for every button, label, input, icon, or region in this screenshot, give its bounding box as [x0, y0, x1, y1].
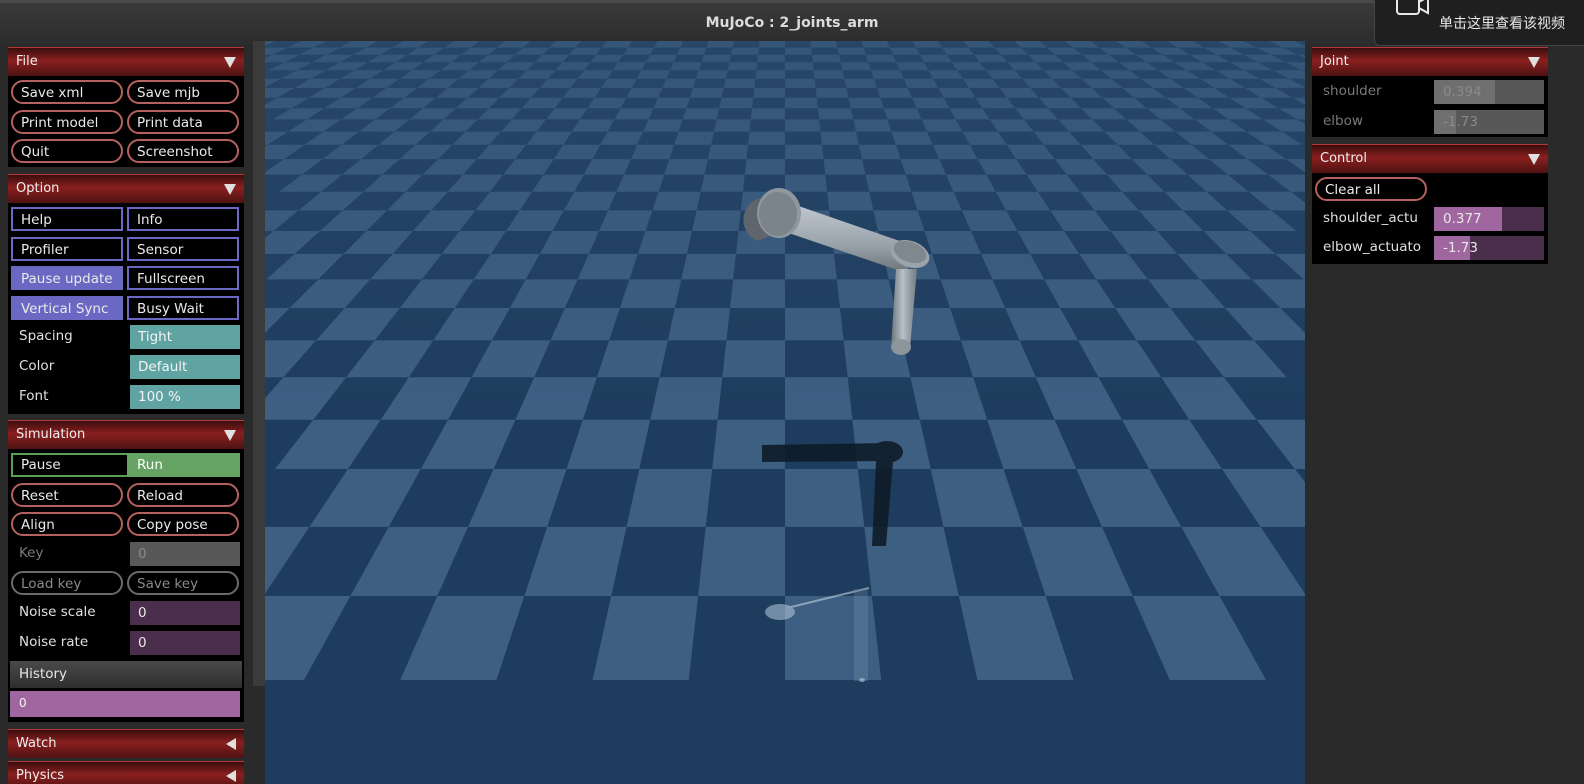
elbow-actuator-label: elbow_actuato: [1323, 239, 1422, 256]
align-button[interactable]: Align: [11, 512, 123, 537]
fullscreen-toggle[interactable]: Fullscreen: [127, 266, 239, 291]
physics-panel: Physics: [8, 761, 244, 784]
pause-radio[interactable]: Pause: [11, 453, 127, 477]
noise-rate-slider[interactable]: 0: [130, 630, 240, 655]
save-key-button[interactable]: Save key: [127, 571, 239, 596]
history-value: 0: [19, 696, 27, 710]
joint-section-title: Joint: [1320, 54, 1349, 69]
collapse-triangle-icon: [224, 57, 236, 68]
joint-shoulder-value: 0.394: [1443, 84, 1482, 100]
watch-section-title: Watch: [16, 736, 57, 751]
control-panel: Control Clear all shoulder_actu 0.377 el…: [1312, 144, 1548, 264]
shoulder-actuator-value: 0.377: [1443, 210, 1482, 227]
control-section-header[interactable]: Control: [1312, 144, 1548, 173]
joint-elbow-slider[interactable]: -1.73: [1434, 109, 1544, 134]
joint-shoulder-slider[interactable]: 0.394: [1434, 80, 1544, 104]
reload-button[interactable]: Reload: [127, 482, 239, 507]
file-section-header[interactable]: File: [8, 47, 244, 76]
joint-elbow-value: -1.73: [1443, 113, 1478, 130]
left-panel-scrollbar[interactable]: [253, 41, 265, 686]
color-label: Color: [19, 357, 55, 374]
key-label: Key: [19, 544, 44, 561]
help-toggle[interactable]: Help: [11, 207, 123, 231]
viewport-scene: [265, 41, 1305, 784]
video-notification[interactable]: 单击这里查看该视频: [1374, 0, 1584, 46]
print-model-button[interactable]: Print model: [11, 109, 123, 134]
watch-panel: Watch: [8, 729, 244, 758]
clear-all-button[interactable]: Clear all: [1315, 177, 1427, 201]
video-camera-icon: [1395, 0, 1431, 22]
collapse-triangle-icon: [1528, 57, 1540, 68]
file-panel: File Save xml Save mjb Print model Print…: [8, 47, 244, 167]
spacing-label: Spacing: [19, 328, 73, 345]
run-radio[interactable]: Run: [127, 453, 240, 477]
joint-section-header[interactable]: Joint: [1312, 47, 1548, 76]
font-label: Font: [19, 387, 49, 404]
simulation-section-title: Simulation: [16, 427, 86, 442]
save-xml-button[interactable]: Save xml: [11, 80, 123, 104]
color-select[interactable]: Default: [130, 354, 240, 379]
collapse-triangle-icon: [1528, 154, 1540, 165]
history-label: History: [19, 666, 68, 682]
copy-pose-button[interactable]: Copy pose: [127, 512, 239, 537]
watch-section-header[interactable]: Watch: [8, 729, 244, 758]
history-header: History: [10, 661, 242, 688]
notification-text: 单击这里查看该视频: [1439, 16, 1565, 32]
reset-button[interactable]: Reset: [11, 482, 123, 507]
horizon-fog: [265, 41, 1305, 784]
file-section-title: File: [16, 54, 38, 69]
elbow-actuator-slider[interactable]: -1.73: [1434, 236, 1544, 261]
option-section-header[interactable]: Option: [8, 174, 244, 203]
shoulder-actuator-slider[interactable]: 0.377: [1434, 206, 1544, 231]
option-panel: Option Help Info Profiler Sensor Pause u…: [8, 174, 244, 414]
screenshot-button[interactable]: Screenshot: [127, 139, 239, 164]
simulation-viewport[interactable]: [265, 41, 1305, 784]
expand-triangle-icon: [226, 770, 236, 782]
joint-panel: Joint shoulder 0.394 elbow -1.73: [1312, 47, 1548, 137]
spacing-select[interactable]: Tight: [130, 325, 240, 350]
physics-section-header[interactable]: Physics: [8, 761, 244, 784]
shoulder-actuator-label: shoulder_actu: [1323, 209, 1418, 226]
window-title-bar: MuJoCo : 2_joints_arm: [0, 0, 1584, 44]
noise-scale-slider[interactable]: 0: [130, 600, 240, 625]
font-select[interactable]: 100 %: [130, 384, 240, 409]
load-key-button[interactable]: Load key: [11, 571, 123, 596]
key-slider[interactable]: 0: [130, 541, 240, 566]
sensor-toggle[interactable]: Sensor: [127, 236, 239, 261]
pause-update-toggle[interactable]: Pause update: [11, 266, 123, 291]
elbow-actuator-value: -1.73: [1443, 240, 1478, 257]
physics-section-title: Physics: [16, 768, 65, 783]
joint-shoulder-label: shoulder: [1323, 83, 1382, 99]
noise-scale-label: Noise scale: [19, 603, 96, 620]
control-section-title: Control: [1320, 151, 1367, 166]
save-mjb-button[interactable]: Save mjb: [127, 80, 239, 104]
collapse-triangle-icon: [224, 430, 236, 441]
noise-rate-label: Noise rate: [19, 633, 89, 650]
history-slider[interactable]: 0: [10, 691, 240, 717]
print-data-button[interactable]: Print data: [127, 109, 239, 134]
vertical-sync-toggle[interactable]: Vertical Sync: [11, 295, 123, 320]
info-toggle[interactable]: Info: [127, 207, 239, 231]
quit-button[interactable]: Quit: [11, 139, 123, 164]
expand-triangle-icon: [226, 738, 236, 750]
busy-wait-toggle[interactable]: Busy Wait: [127, 295, 239, 320]
simulation-panel: Simulation Pause Run Reset Reload Align …: [8, 420, 244, 722]
simulation-section-header[interactable]: Simulation: [8, 420, 244, 449]
option-section-title: Option: [16, 181, 60, 196]
profiler-toggle[interactable]: Profiler: [11, 236, 123, 261]
window-title: MuJoCo : 2_joints_arm: [705, 15, 879, 31]
joint-elbow-label: elbow: [1323, 112, 1363, 129]
collapse-triangle-icon: [224, 184, 236, 195]
